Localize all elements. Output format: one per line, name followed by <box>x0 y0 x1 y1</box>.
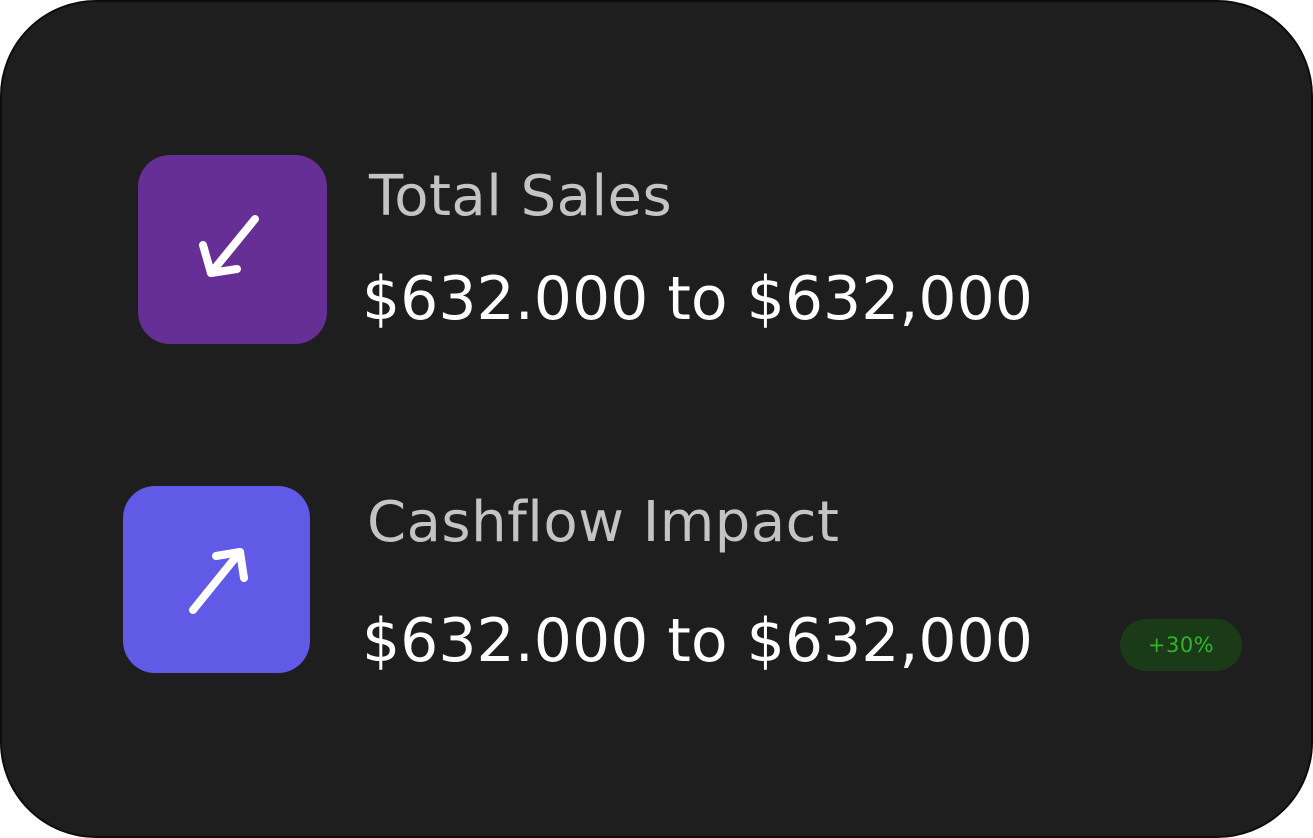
change-badge: +30% <box>1120 619 1242 671</box>
total-sales-label: Total Sales <box>369 164 673 229</box>
metrics-card: Total Sales $632.000 to $632,000 Cashflo… <box>0 0 1313 838</box>
total-sales-icon-tile <box>138 155 327 344</box>
cashflow-impact-value: $632.000 to $632,000 <box>362 606 1033 676</box>
cashflow-impact-icon-tile <box>123 486 310 673</box>
cashflow-impact-label: Cashflow Impact <box>367 490 840 555</box>
arrow-down-left-icon <box>199 215 259 277</box>
total-sales-value: $632.000 to $632,000 <box>362 264 1033 334</box>
arrow-up-right-icon <box>189 548 248 614</box>
